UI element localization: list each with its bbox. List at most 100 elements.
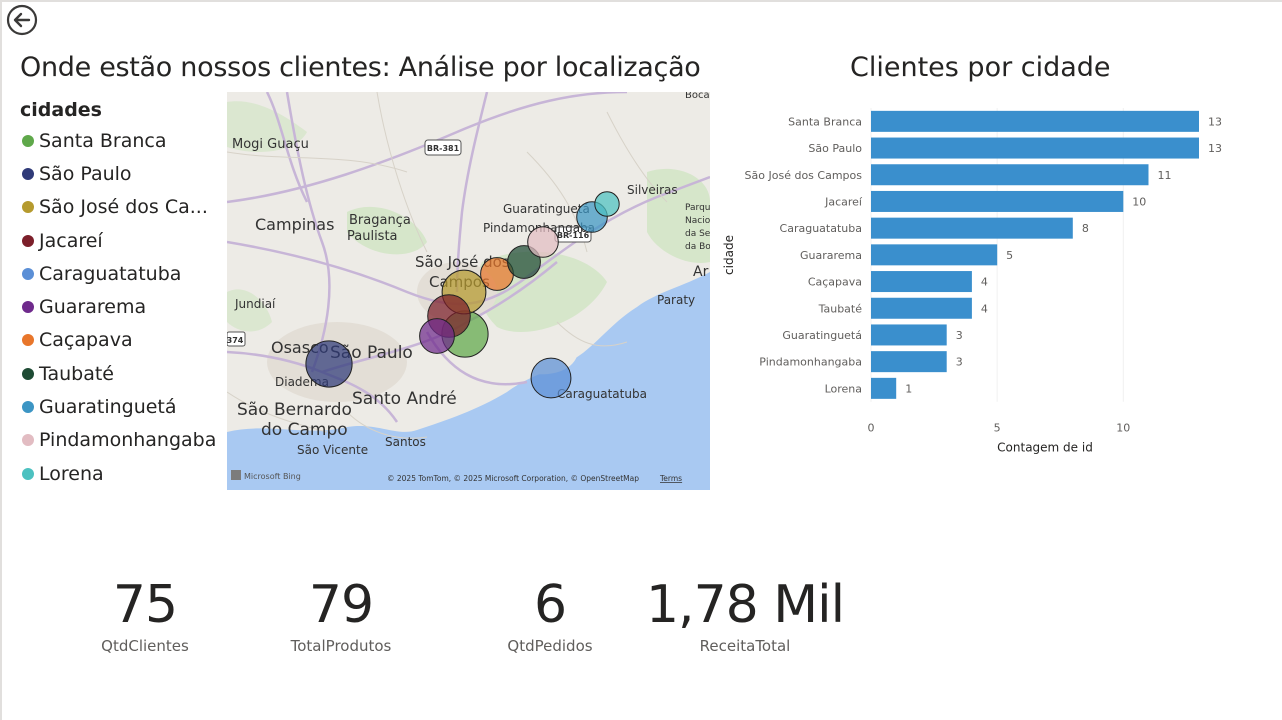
category-label: Guararema <box>800 249 862 262</box>
data-label: 5 <box>1006 249 1013 262</box>
legend-label: São Paulo <box>39 162 132 185</box>
bar[interactable] <box>871 164 1149 186</box>
y-axis-title: cidade <box>722 235 736 275</box>
data-label: 4 <box>981 302 988 315</box>
legend-label: Jacareí <box>39 229 103 252</box>
place-label: Jundiaí <box>234 297 276 311</box>
data-label: 10 <box>1132 195 1146 208</box>
bar[interactable] <box>871 110 1199 132</box>
category-label: Caraguatatuba <box>780 222 862 235</box>
legend-dot-icon <box>22 367 34 380</box>
legend-label: Lorena <box>39 462 104 485</box>
bubble-lorena[interactable] <box>594 191 620 217</box>
data-label: 13 <box>1208 115 1222 128</box>
legend-item[interactable]: Caraguatatuba <box>20 257 225 290</box>
legend-title: cidades <box>20 99 102 121</box>
bubble-guararema[interactable] <box>419 318 455 354</box>
map-canvas: BR-381 BR-116 374 Mogi GuaçuCampinas Brag… <box>227 92 710 490</box>
bar-chart-canvas: Santa Branca 13São Paulo 13São José dos Ca… <box>722 108 1222 455</box>
legend-dot-icon <box>22 301 34 314</box>
category-label: Lorena <box>825 382 862 395</box>
svg-text:BR-381: BR-381 <box>427 144 460 153</box>
x-tick-label: 0 <box>868 422 875 435</box>
place-label: Campinas <box>255 215 334 234</box>
map-visual-title: Onde estão nossos clientes: Análise por … <box>20 52 701 83</box>
clientes-por-cidade-chart[interactable]: Santa Branca 13 São Paulo 13 São José dos Ca… <box>715 100 1275 460</box>
x-axis-title: Contagem de id <box>997 441 1093 455</box>
svg-text:Microsoft Bing: Microsoft Bing <box>244 472 301 481</box>
bubble-map[interactable]: BR-381 BR-116 374 Mogi Guaçu Campinas Brag… <box>227 92 710 490</box>
legend-dot-icon <box>22 334 34 347</box>
bubble-caraguatatuba[interactable] <box>530 357 572 399</box>
legend-item[interactable]: Jacareí <box>20 224 225 257</box>
kpi-qtd-clientes: 75 QtdClientes <box>85 575 205 655</box>
place-label: Silveiras <box>627 183 678 197</box>
data-label: 13 <box>1208 142 1222 155</box>
place-label: Parque <box>685 203 710 213</box>
legend-dot-icon <box>22 434 34 447</box>
place-label: Paulista <box>347 229 398 244</box>
legend-item[interactable]: São José dos Ca... <box>20 191 225 224</box>
legend-item[interactable]: Lorena <box>20 457 225 490</box>
category-label: Santa Branca <box>788 115 862 128</box>
place-label: Bragança <box>349 213 411 228</box>
legend-label: São José dos Ca... <box>39 196 208 219</box>
data-label: 11 <box>1158 169 1172 182</box>
x-tick-label: 10 <box>1116 422 1130 435</box>
place-label: Nacio <box>685 216 710 226</box>
kpi-label: TotalProdutos <box>290 637 392 655</box>
legend-label: Caraguatatuba <box>39 262 182 285</box>
bar[interactable] <box>871 190 1124 212</box>
x-tick-label: 5 <box>994 422 1001 435</box>
kpi-value: 79 <box>308 575 374 635</box>
legend-item[interactable]: Santa Branca <box>20 124 225 157</box>
bar-chart-title: Clientes por cidade <box>850 52 1111 83</box>
map-legend: cidades Santa Branca São Paulo São José do… <box>20 96 225 490</box>
place-label: Santos <box>385 435 426 449</box>
legend-label: Guaratinguetá <box>39 396 177 419</box>
legend-item[interactable]: Taubaté <box>20 357 225 390</box>
data-label: 3 <box>956 356 963 369</box>
bar[interactable] <box>871 217 1073 239</box>
category-label: Taubaté <box>818 302 863 315</box>
window-top-border <box>0 0 1282 2</box>
bar[interactable] <box>871 297 972 319</box>
kpi-qtd-pedidos: 6 QtdPedidos <box>490 575 610 655</box>
place-label: do Campo <box>261 420 348 440</box>
kpi-label: ReceitaTotal <box>699 637 791 655</box>
legend-dot-icon <box>22 201 34 214</box>
bar[interactable] <box>871 244 998 266</box>
bar[interactable] <box>871 137 1199 159</box>
legend-item[interactable]: São Paulo <box>20 157 225 190</box>
bubble-pindamonhangaba[interactable] <box>527 226 559 258</box>
legend-item[interactable]: Guararema <box>20 290 225 323</box>
bubble-s-o-paulo[interactable] <box>305 340 353 388</box>
kpi-receita-total: 1,78 Mil ReceitaTotal <box>640 575 850 655</box>
legend-item[interactable]: Guaratinguetá <box>20 390 225 423</box>
place-label: Mogi Guaçu <box>232 137 309 152</box>
back-arrow-icon[interactable] <box>6 4 38 36</box>
data-label: 4 <box>981 276 988 289</box>
data-label: 8 <box>1082 222 1089 235</box>
category-label: Jacareí <box>824 195 863 208</box>
bar[interactable] <box>871 271 972 293</box>
kpi-label: QtdPedidos <box>507 637 593 655</box>
bar[interactable] <box>871 351 947 373</box>
legend-dot-icon <box>22 134 34 147</box>
place-label: Ar <box>693 264 709 280</box>
legend-label: Pindamonhangaba <box>39 429 217 452</box>
place-label: Santo André <box>352 389 457 409</box>
window-left-border <box>0 0 2 720</box>
place-label: São Bernardo <box>237 400 352 420</box>
data-label: 3 <box>956 329 963 342</box>
category-label: Caçapava <box>808 276 862 289</box>
legend-dot-icon <box>22 401 34 414</box>
legend-label: Caçapava <box>39 329 133 352</box>
category-label: Pindamonhangaba <box>759 356 862 369</box>
legend-item[interactable]: Caçapava <box>20 324 225 357</box>
category-label: São José dos Campos <box>745 169 863 182</box>
bar[interactable] <box>871 377 897 399</box>
bar[interactable] <box>871 324 947 346</box>
svg-text:© 2025 TomTom, © 2025 Microsof: © 2025 TomTom, © 2025 Microsoft Corporat… <box>387 474 639 483</box>
legend-item[interactable]: Pindamonhangaba <box>20 424 225 457</box>
